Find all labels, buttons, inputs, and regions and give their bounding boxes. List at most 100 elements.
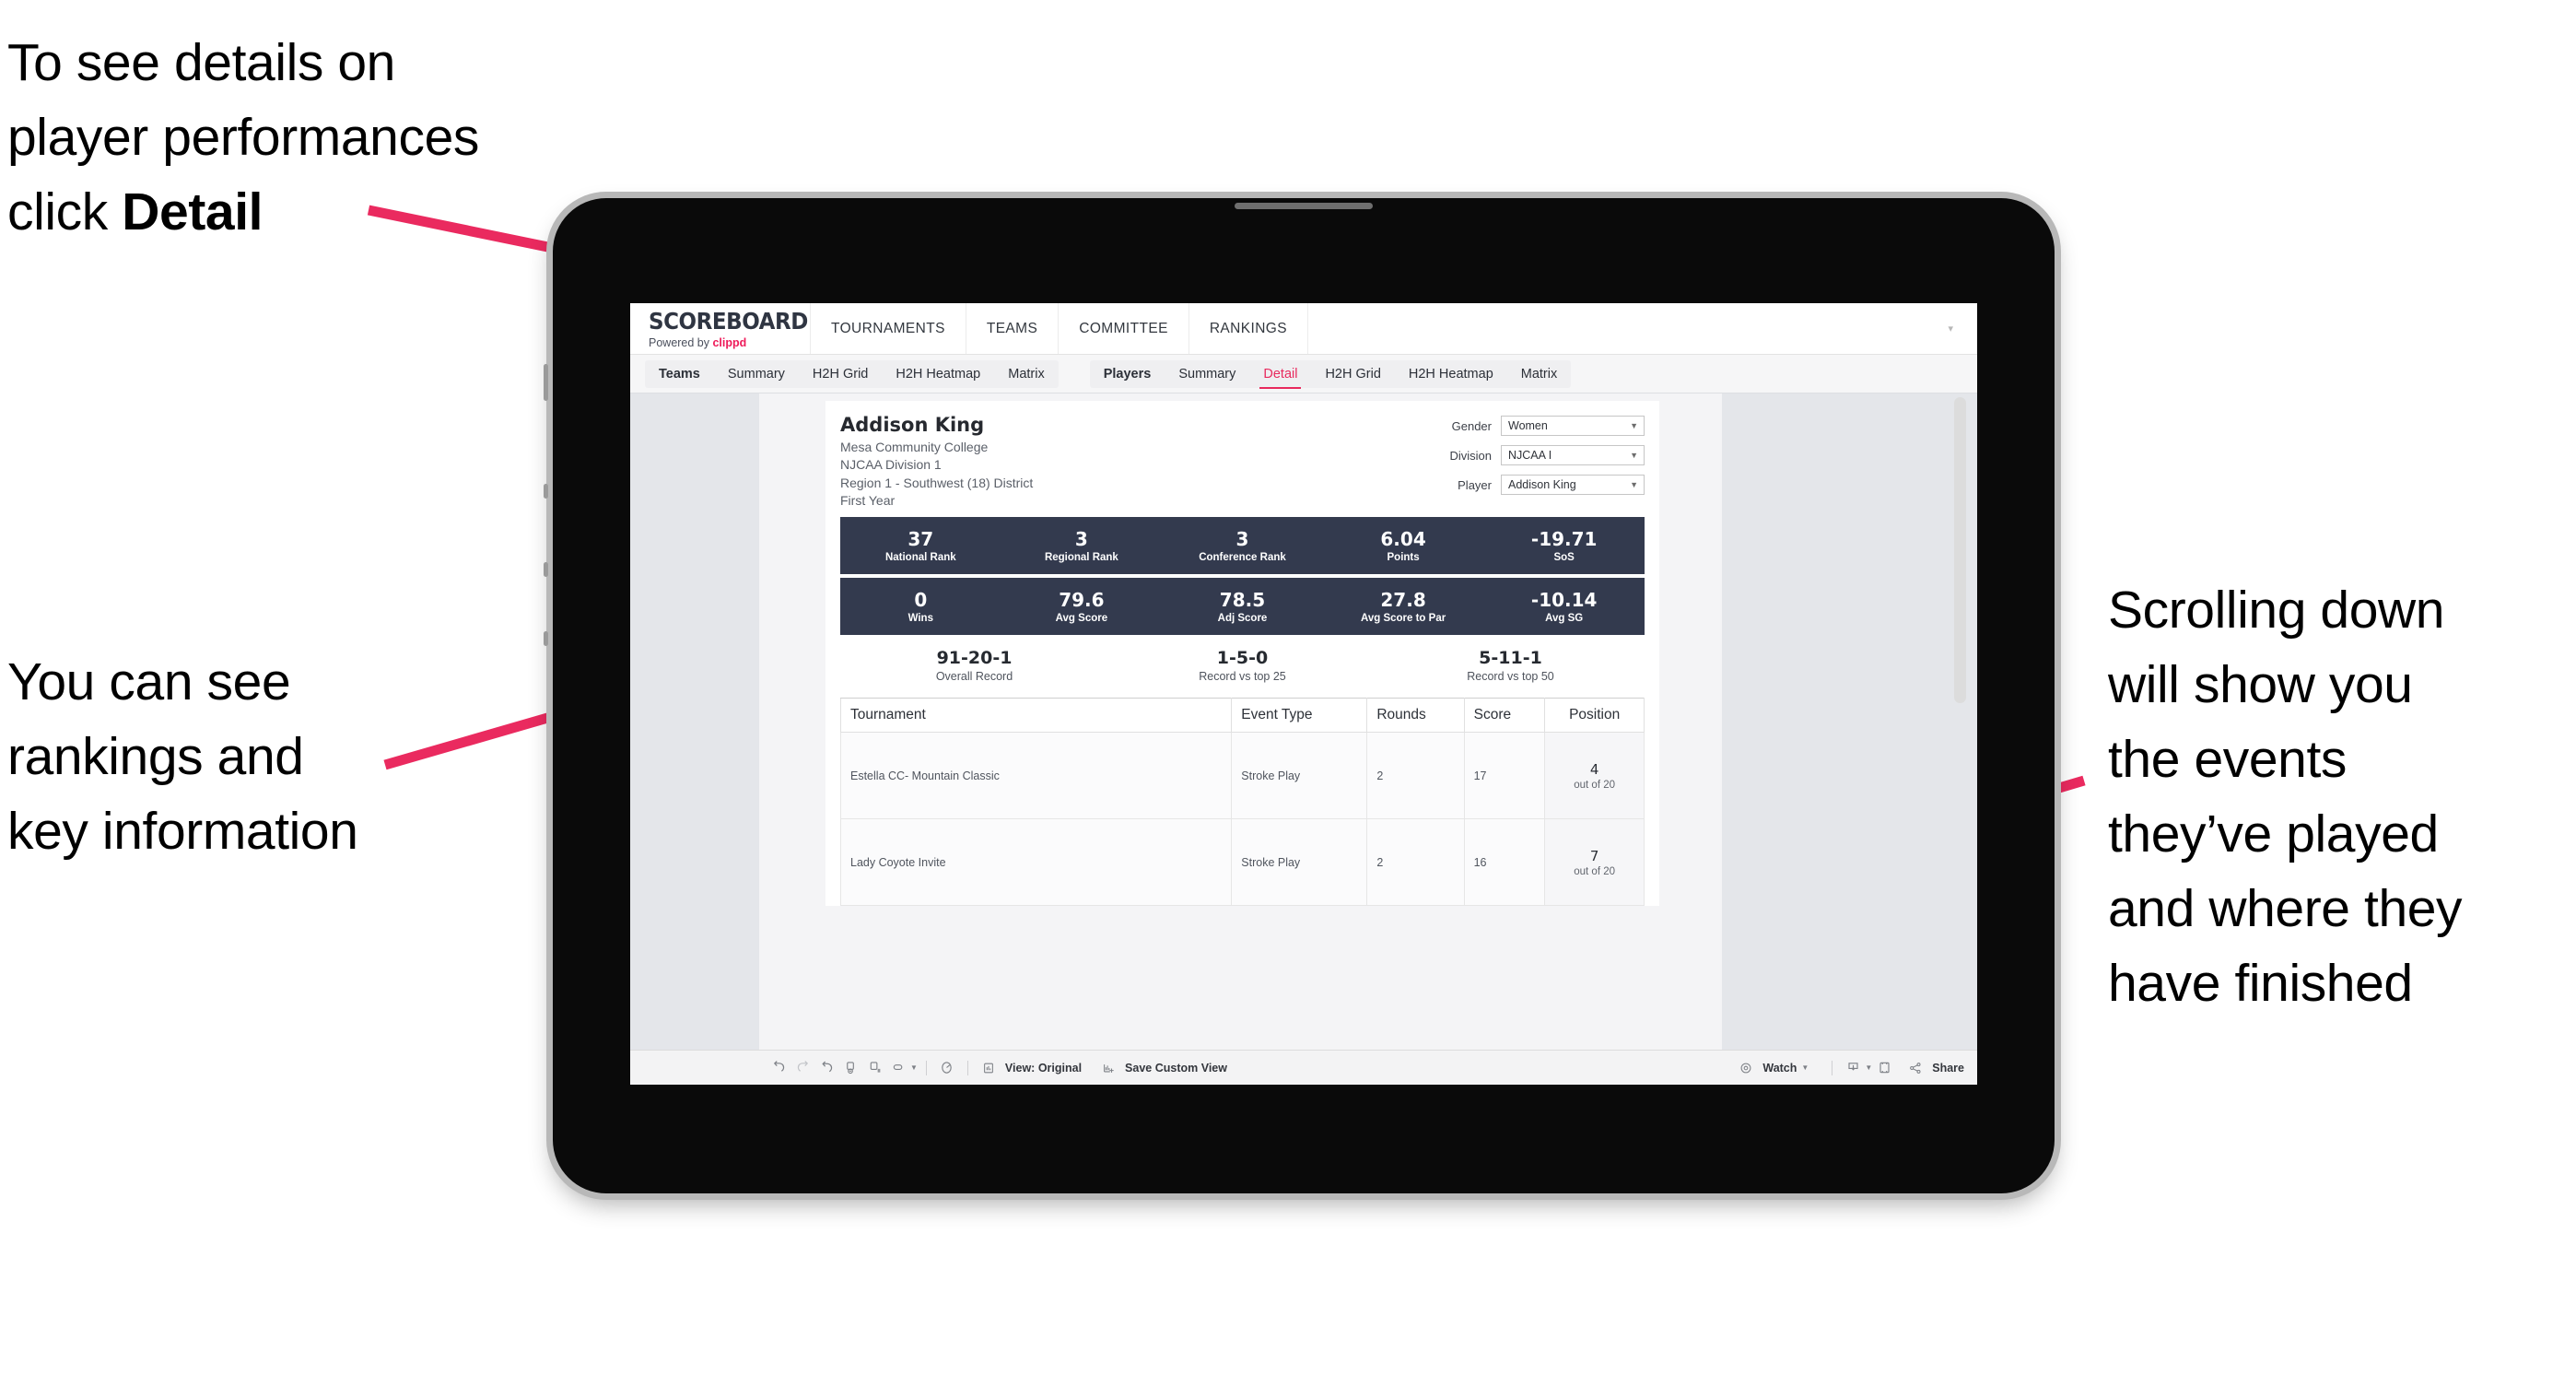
- view-icon: [977, 1056, 1001, 1080]
- brand-tagline: Powered by clippd: [649, 336, 810, 349]
- filter-player-select[interactable]: Addison King ▼: [1501, 475, 1645, 495]
- toolbar-divider: [925, 1060, 927, 1075]
- stat-national-rank: 37 National Rank: [840, 529, 1001, 563]
- chevron-down-icon[interactable]: ▼: [910, 1063, 918, 1072]
- col-event-type[interactable]: Event Type: [1231, 698, 1368, 734]
- chevron-down-icon: ▼: [1630, 451, 1638, 460]
- app-logo[interactable]: SCOREBOARD Powered by clippd: [630, 303, 811, 354]
- filter-gender-select[interactable]: Women ▼: [1501, 416, 1645, 436]
- topnav-teams[interactable]: TEAMS: [966, 303, 1060, 354]
- stat-sos: -19.71 SoS: [1483, 529, 1645, 563]
- topnav-tournaments[interactable]: TOURNAMENTS: [811, 303, 966, 354]
- brand-wordmark: SCOREBOARD: [649, 308, 808, 335]
- tab-players-matrix[interactable]: Matrix: [1507, 360, 1571, 388]
- cell-event-type: Stroke Play: [1231, 818, 1368, 907]
- cell-position: 7 out of 20: [1544, 818, 1645, 907]
- tablet-speaker: [1235, 203, 1373, 209]
- player-detail-card: Addison King Mesa Community College NJCA…: [825, 401, 1659, 907]
- tab-players-summary[interactable]: Summary: [1165, 360, 1249, 388]
- save-custom-view-button[interactable]: Save Custom View: [1096, 1056, 1227, 1080]
- col-score[interactable]: Score: [1463, 698, 1546, 734]
- toolbar-divider: [966, 1060, 968, 1075]
- player-region: Region 1 - Southwest (18) District: [840, 475, 1034, 490]
- tab-teams-summary[interactable]: Summary: [714, 360, 799, 388]
- cell-position: 4 out of 20: [1544, 732, 1645, 820]
- stat-conference-rank: 3 Conference Rank: [1162, 529, 1323, 563]
- tab-teams-matrix[interactable]: Matrix: [994, 360, 1058, 388]
- record-value: 91-20-1: [936, 648, 1013, 669]
- tab-players-h2h-heatmap[interactable]: H2H Heatmap: [1395, 360, 1507, 388]
- record-overall: 91-20-1 Overall Record: [840, 648, 1108, 683]
- record-label: Record vs top 50: [1467, 670, 1554, 684]
- events-table-body: Estella CC- Mountain Classic Stroke Play…: [839, 732, 1645, 907]
- stat-label: Avg SG: [1545, 612, 1584, 624]
- stat-value: 0: [914, 588, 928, 611]
- chevron-down-icon[interactable]: ▼: [1865, 1063, 1872, 1072]
- position-value: 7: [1589, 847, 1599, 864]
- filter-gender-value: Women: [1508, 419, 1548, 432]
- stat-value: -10.14: [1530, 588, 1598, 611]
- cell-event-type: Stroke Play: [1231, 732, 1368, 820]
- tablet-side-button-3: [544, 631, 548, 646]
- tablet-volume-button: [544, 364, 548, 401]
- view-original-button[interactable]: View: Original: [977, 1056, 1082, 1080]
- players-tab-group: Players Summary Detail H2H Grid H2H Heat…: [1089, 359, 1572, 389]
- save-custom-view-label: Save Custom View: [1125, 1061, 1227, 1075]
- record-label: Record vs top 25: [1199, 670, 1286, 684]
- watch-button[interactable]: Watch ▼: [1734, 1056, 1809, 1080]
- stat-value: 3: [1235, 527, 1249, 550]
- teams-tab-group: Teams Summary H2H Grid H2H Heatmap Matri…: [645, 359, 1059, 388]
- table-row[interactable]: Estella CC- Mountain Classic Stroke Play…: [839, 732, 1645, 820]
- download-icon[interactable]: [1841, 1056, 1865, 1080]
- chevron-down-icon[interactable]: ▾: [1948, 323, 1953, 335]
- topnav-spacer: [1308, 303, 1948, 354]
- pan-tool-icon[interactable]: [886, 1056, 910, 1080]
- player-school: Mesa Community College: [840, 440, 989, 454]
- view-original-label: View: Original: [1004, 1061, 1083, 1075]
- share-button[interactable]: Share: [1903, 1056, 1964, 1080]
- tab-teams-h2h-heatmap[interactable]: H2H Heatmap: [882, 360, 994, 388]
- stat-value: 3: [1074, 527, 1088, 550]
- rank-stat-bar: 37 National Rank 3 Regional Rank 3 Confe…: [840, 517, 1645, 575]
- app-top-navbar: SCOREBOARD Powered by clippd TOURNAMENTS…: [630, 303, 1977, 355]
- fullscreen-icon[interactable]: [1872, 1056, 1896, 1080]
- filter-player: Player Addison King ▼: [1427, 475, 1645, 495]
- tab-teams-h2h-grid[interactable]: H2H Grid: [799, 360, 882, 388]
- revert-icon[interactable]: [814, 1056, 838, 1080]
- stat-points: 6.04 Points: [1323, 529, 1484, 563]
- position-label: out of 20: [1574, 779, 1616, 791]
- col-position[interactable]: Position: [1544, 698, 1645, 734]
- filter-gender-label: Gender: [1451, 418, 1492, 433]
- filter-gender: Gender Women ▼: [1427, 416, 1645, 436]
- dashboard-viewport: Addison King Mesa Community College NJCA…: [630, 393, 1977, 1050]
- highlight-icon[interactable]: [935, 1056, 959, 1080]
- tablet-device: SCOREBOARD Powered by clippd TOURNAMENTS…: [544, 198, 2055, 1193]
- events-table-header: Tournament Event Type Rounds Score Posit…: [839, 698, 1645, 734]
- cell-rounds: 2: [1366, 818, 1465, 907]
- refresh-data-icon[interactable]: [838, 1056, 862, 1080]
- cell-score: 17: [1463, 732, 1546, 820]
- table-row[interactable]: Lady Coyote Invite Stroke Play 2 16 7 ou…: [839, 818, 1645, 907]
- tab-teams[interactable]: Teams: [645, 360, 714, 388]
- annotation-top-left-bold: Detail: [122, 182, 263, 241]
- topnav-rankings[interactable]: RANKINGS: [1189, 303, 1308, 354]
- dashboard-right-gutter: [1722, 393, 1977, 1050]
- pause-data-icon[interactable]: [862, 1056, 886, 1080]
- vertical-scrollbar[interactable]: [1954, 397, 1966, 703]
- redo-icon[interactable]: [790, 1056, 814, 1080]
- player-identity: Addison King Mesa Community College NJCA…: [840, 414, 1427, 510]
- filter-division: Division NJCAA I ▼: [1427, 445, 1645, 465]
- player-division: NJCAA Division 1: [840, 457, 942, 473]
- annotation-left: You can see rankings and key information: [7, 652, 358, 861]
- table-header-row: Tournament Event Type Rounds Score Posit…: [839, 698, 1645, 734]
- tab-players-h2h-grid[interactable]: H2H Grid: [1311, 360, 1394, 388]
- tab-players[interactable]: Players: [1090, 360, 1165, 388]
- filter-division-select[interactable]: NJCAA I ▼: [1501, 445, 1645, 465]
- col-rounds[interactable]: Rounds: [1366, 698, 1465, 734]
- stat-adj-score: 78.5 Adj Score: [1162, 590, 1323, 624]
- tab-players-detail[interactable]: Detail: [1249, 360, 1311, 389]
- topnav-committee[interactable]: COMMITTEE: [1059, 303, 1189, 354]
- col-tournament[interactable]: Tournament: [839, 698, 1233, 734]
- undo-icon[interactable]: [767, 1056, 790, 1080]
- chevron-down-icon: ▼: [1630, 421, 1638, 430]
